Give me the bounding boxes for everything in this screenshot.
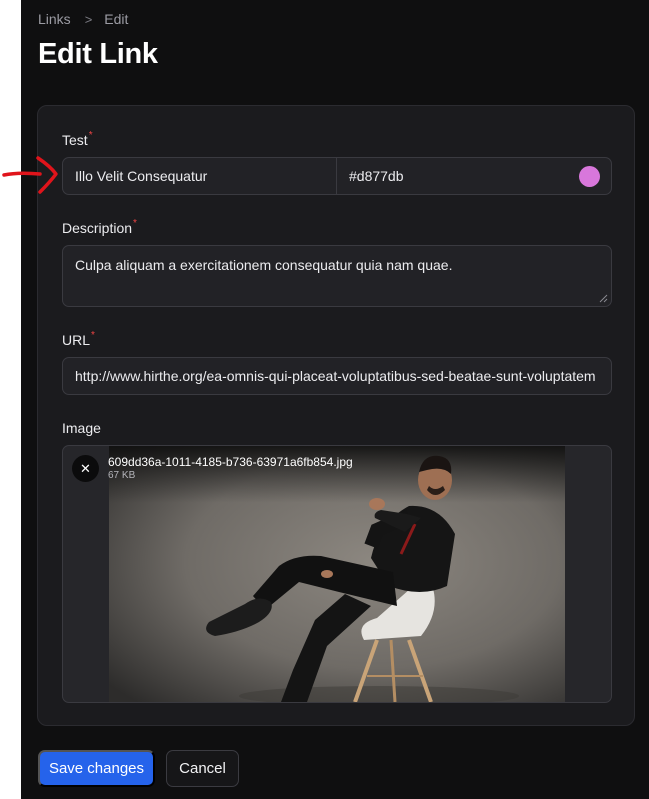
description-value: Culpa aliquam a exercitationem consequat…	[75, 257, 453, 273]
close-icon: ✕	[80, 460, 91, 476]
image-file-size: 67 KB	[108, 470, 136, 481]
image-file-name: 609dd36a-1011-4185-b736-63971a6fb854.jpg	[108, 455, 353, 469]
url-value: http://www.hirthe.org/ea-omnis-qui-place…	[75, 368, 596, 384]
save-changes-button[interactable]: Save changes	[38, 750, 155, 787]
breadcrumb-separator: >	[84, 11, 93, 27]
uploaded-photo	[109, 446, 565, 702]
required-marker: *	[133, 218, 137, 229]
page-title: Edit Link	[38, 38, 158, 70]
left-margin	[0, 0, 21, 799]
url-label: URL*	[62, 330, 95, 348]
color-hex-value[interactable]: #d877db	[349, 168, 404, 184]
main-content: Links > Edit Edit Link Test* Illo Velit …	[21, 0, 649, 799]
color-input[interactable]: #d877db	[337, 158, 611, 194]
image-label: Image	[62, 420, 101, 436]
breadcrumb-edit: Edit	[104, 11, 129, 27]
title-color-field: Illo Velit Consequatur #d877db	[62, 157, 612, 195]
required-marker: *	[88, 130, 93, 141]
edit-link-form: Test* Illo Velit Consequatur #d877db Des…	[37, 105, 635, 726]
description-textarea[interactable]: Culpa aliquam a exercitationem consequat…	[62, 245, 612, 307]
title-input[interactable]: Illo Velit Consequatur	[63, 158, 337, 194]
color-swatch[interactable]	[579, 165, 600, 187]
description-label: Description*	[62, 218, 137, 236]
breadcrumb: Links > Edit	[38, 11, 128, 27]
required-marker: *	[91, 330, 95, 341]
resize-handle-icon[interactable]	[599, 294, 608, 303]
title-label: Test*	[62, 130, 93, 148]
cancel-button[interactable]: Cancel	[166, 750, 239, 787]
remove-image-button[interactable]: ✕	[72, 455, 99, 482]
image-upload[interactable]: ✕ 609dd36a-1011-4185-b736-63971a6fb854.j…	[62, 445, 612, 703]
breadcrumb-links[interactable]: Links	[38, 11, 71, 27]
url-input[interactable]: http://www.hirthe.org/ea-omnis-qui-place…	[62, 357, 612, 395]
